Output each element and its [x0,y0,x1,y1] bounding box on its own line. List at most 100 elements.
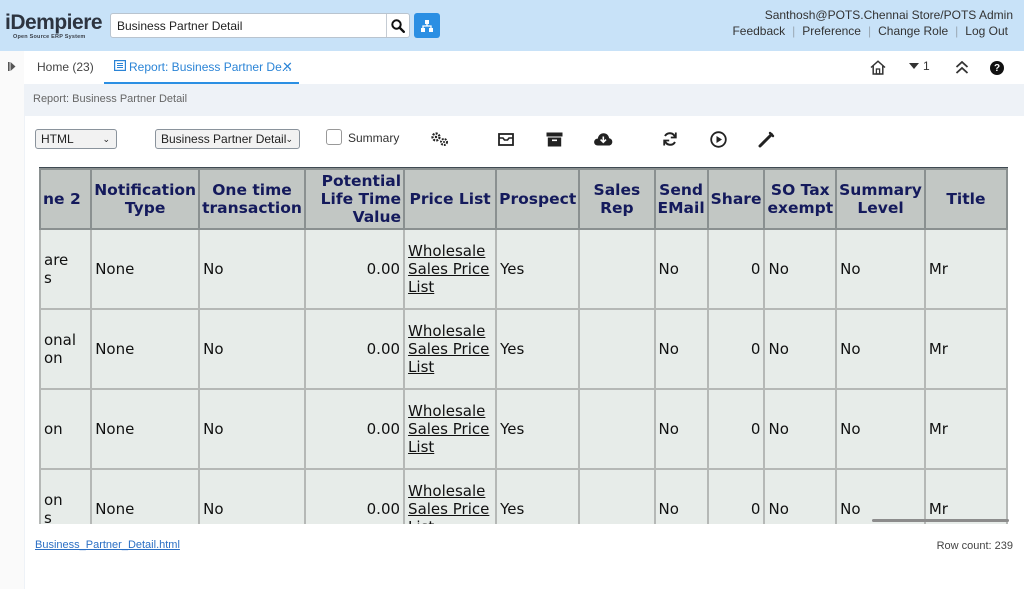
col-header-share: Share [706,168,766,230]
logo-text: iDempiere [5,11,103,34]
horizontal-scrollbar[interactable] [872,519,1009,522]
logo-subtitle: Open Source ERP System [13,34,86,40]
cell-name2: on s [39,468,93,524]
search-button[interactable] [386,14,409,37]
cell-notification-type: None [90,388,201,470]
cell-name2-line1: are [44,251,69,269]
search-icon [391,18,405,33]
app-window: iDempiere Open Source ERP System Santhos… [0,0,1024,589]
cell-potential-lifetime-value: 0.00 [303,308,406,390]
cell-name2-line1: on [44,491,63,509]
table-row: onal on None No 0.00 Wholesale Sales Pric… [39,308,1008,390]
tab-home[interactable]: Home (23) [37,60,94,74]
cell-price-list: Wholesale Sales Price List [403,468,498,524]
cell-sales-rep [578,468,656,524]
global-search-input[interactable] [111,14,387,37]
user-info[interactable]: Santhosh@POTS.Chennai Store/POTS Admin [765,8,1013,22]
row-count: Row count: 239 [936,540,1013,552]
cell-title: Mr [923,308,1008,390]
refresh-button[interactable] [660,129,680,149]
help-icon[interactable]: ? [990,61,1004,75]
feedback-link[interactable]: Feedback [725,24,792,38]
cell-so-tax-exempt: No [763,388,838,470]
cell-send-email: No [653,468,709,524]
cell-one-time-transaction: No [198,308,306,390]
report-file-link[interactable]: Business_Partner_Detail.html [35,539,180,551]
west-collapse-icon [8,62,16,71]
cell-title: Mr [923,468,1008,524]
email-icon [498,132,514,146]
report-tab-icon [114,60,126,71]
report-format-select[interactable]: HTML ⌄ [35,129,117,149]
col-header-summary-level: Summary Level [835,168,926,230]
cell-share: 0 [706,228,766,310]
col-header-sales-rep: Sales Rep [578,168,656,230]
west-panel-collapsed[interactable] [0,51,24,589]
cell-name2-line1: onal [44,331,77,349]
idempiere-logo[interactable]: iDempiere Open Source ERP System [5,12,109,42]
logout-link[interactable]: Log Out [958,24,1015,38]
cell-one-time-transaction: No [198,228,306,310]
cell-so-tax-exempt: No [763,308,838,390]
customize-button[interactable] [430,129,450,149]
run-icon [709,130,727,148]
cell-prospect: Yes [495,388,581,470]
cell-potential-lifetime-value: 0.00 [303,388,406,470]
maximize-icon[interactable] [955,61,969,74]
cell-share: 0 [706,468,766,524]
col-header-title: Title [923,168,1008,230]
price-list-link[interactable]: Wholesale Sales Price List [408,402,489,456]
global-search-box [110,13,410,38]
wizard-icon [758,131,774,147]
price-list-link[interactable]: Wholesale Sales Price List [408,482,489,524]
col-header-name2: ne 2 [39,168,93,230]
wizard-button[interactable] [756,129,776,149]
price-list-link[interactable]: Wholesale Sales Price List [408,242,489,296]
change-role-link[interactable]: Change Role [871,24,955,38]
cell-notification-type: None [90,228,201,310]
cell-name2: are s [39,228,93,310]
chevron-down-icon: ⌄ [102,134,110,144]
cell-prospect: Yes [495,228,581,310]
table-row: ons None No 0.00 Wholesale Sales Price L… [39,468,1008,524]
cell-name2: on [39,388,93,470]
refresh-icon [663,132,677,146]
cell-title: Mr [923,228,1008,310]
col-header-send-email: Send EMail [653,168,709,230]
print-format-value: Business Partner Detail [161,132,287,146]
home-icon[interactable] [870,60,886,75]
run-report-button[interactable] [708,129,728,149]
col-header-so-tax-exempt: SO Tax exempt [763,168,838,230]
preference-link[interactable]: Preference [795,24,868,38]
cell-price-list: Wholesale Sales Price List [403,228,498,310]
send-email-button[interactable] [496,129,516,149]
cell-send-email: No [653,308,709,390]
cell-sales-rep [578,228,656,310]
cell-share: 0 [706,388,766,470]
cell-share: 0 [706,308,766,390]
cell-title: Mr [923,388,1008,470]
table-header-row: ne 2 Notification Type One time transact… [39,168,1008,230]
export-button[interactable] [593,129,613,149]
cell-so-tax-exempt: No [763,228,838,310]
tab-report[interactable]: Report: Business Partner De... ✕ [104,51,299,84]
report-content[interactable]: ne 2 Notification Type One time transact… [39,168,1008,524]
archive-button[interactable] [544,129,564,149]
download-icon [594,133,613,146]
cell-name2: onal on [39,308,93,390]
archive-icon [546,132,562,146]
menu-tree-button[interactable] [414,13,440,38]
tab-close-button[interactable]: ✕ [282,59,293,75]
tab-report-label: Report: Business Partner De... [129,60,292,74]
cell-price-list: Wholesale Sales Price List [403,388,498,470]
cell-sales-rep [578,308,656,390]
tab-list-dropdown[interactable]: 1 [909,59,930,73]
summary-label: Summary [348,131,400,145]
cell-name2-line2: on [44,420,63,438]
price-list-link[interactable]: Wholesale Sales Price List [408,322,489,376]
tree-icon [421,19,433,32]
cell-potential-lifetime-value: 0.00 [303,228,406,310]
print-format-select[interactable]: Business Partner Detail ⌄ [155,129,300,149]
summary-checkbox[interactable] [326,129,342,145]
cell-price-list: Wholesale Sales Price List [403,308,498,390]
